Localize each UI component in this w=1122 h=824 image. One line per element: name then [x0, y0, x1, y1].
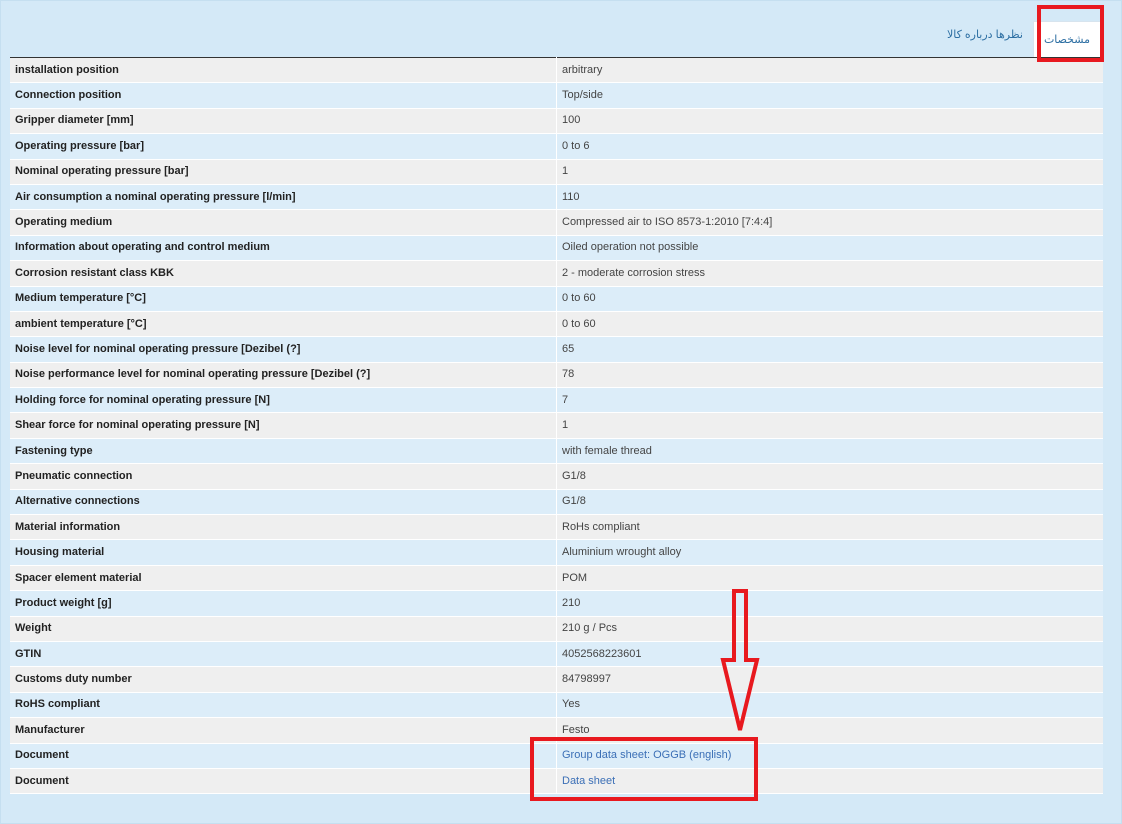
- spec-label: Shear force for nominal operating pressu…: [10, 412, 557, 439]
- table-row: RoHS compliant Yes: [10, 692, 1103, 719]
- table-row: Information about operating and control …: [10, 235, 1103, 262]
- table-row: ambient temperature [°C] 0 to 60: [10, 311, 1103, 338]
- table-row: Manufacturer Festo: [10, 717, 1103, 744]
- tab-specifications-label: مشخصات: [1043, 34, 1090, 46]
- tab-bar: مشخصات نظرها درباره کالا: [937, 21, 1101, 57]
- spec-label: Nominal operating pressure [bar]: [10, 159, 557, 185]
- spec-value: Yes: [556, 692, 1103, 719]
- spec-value: 110: [556, 184, 1103, 211]
- spec-value: 4052568223601: [556, 641, 1103, 668]
- spec-label: Document: [10, 768, 557, 795]
- table-row: Corrosion resistant class KBK 2 - moderat…: [10, 260, 1103, 287]
- spec-value: arbitrary: [556, 57, 1103, 84]
- spec-value: 2 - moderate corrosion stress: [556, 260, 1103, 287]
- tab-reviews-label: نظرها درباره کالا: [946, 28, 1023, 41]
- spec-value: 210: [556, 590, 1103, 617]
- spec-label: Alternative connections: [10, 489, 557, 516]
- table-row: Customs duty number 84798997: [10, 666, 1103, 693]
- spec-value: Festo: [556, 717, 1103, 744]
- spec-label: Weight: [10, 616, 557, 642]
- spec-value: G1/8: [556, 463, 1103, 490]
- spec-value: Aluminium wrought alloy: [556, 539, 1103, 566]
- specifications-table: installation position arbitrary Connection…: [10, 57, 1103, 795]
- table-row: Pneumatic connection G1/8: [10, 463, 1103, 490]
- table-row: installation position arbitrary: [10, 57, 1103, 84]
- table-row: Document Group data sheet: OGGB (english): [10, 743, 1103, 769]
- table-row: Document Data sheet: [10, 768, 1103, 795]
- spec-value: Top/side: [556, 82, 1103, 109]
- spec-label: installation position: [10, 57, 557, 84]
- table-row: Spacer element material POM: [10, 565, 1103, 592]
- spec-label: Corrosion resistant class KBK: [10, 260, 557, 287]
- spec-value: 1: [556, 159, 1103, 185]
- spec-value: Compressed air to ISO 8573-1:2010 [7:4:4…: [556, 209, 1103, 236]
- table-row: Fastening type with female thread: [10, 438, 1103, 465]
- spec-value: Data sheet: [556, 768, 1103, 795]
- table-row: Nominal operating pressure [bar] 1: [10, 159, 1103, 185]
- spec-value: 210 g / Pcs: [556, 616, 1103, 642]
- table-row: Material information RoHs compliant: [10, 514, 1103, 541]
- spec-value: 0 to 60: [556, 286, 1103, 312]
- spec-value: G1/8: [556, 489, 1103, 516]
- spec-label: Gripper diameter [mm]: [10, 108, 557, 135]
- table-row: Holding force for nominal operating pres…: [10, 387, 1103, 414]
- spec-label: Product weight [g]: [10, 590, 557, 617]
- spec-label: Air consumption a nominal operating pres…: [10, 184, 557, 211]
- tab-specifications[interactable]: مشخصات: [1032, 21, 1101, 57]
- spec-label: Connection position: [10, 82, 557, 109]
- table-row: Gripper diameter [mm] 100: [10, 108, 1103, 135]
- spec-label: Customs duty number: [10, 666, 557, 693]
- spec-label: Information about operating and control …: [10, 235, 557, 262]
- table-row: Air consumption a nominal operating pres…: [10, 184, 1103, 211]
- spec-value: Oiled operation not possible: [556, 235, 1103, 262]
- table-row: Noise performance level for nominal oper…: [10, 362, 1103, 389]
- spec-value: 0 to 6: [556, 133, 1103, 160]
- spec-value: 7: [556, 387, 1103, 414]
- spec-value: Group data sheet: OGGB (english): [556, 743, 1103, 769]
- spec-label: Operating pressure [bar]: [10, 133, 557, 160]
- spec-label: Manufacturer: [10, 717, 557, 744]
- spec-value: 1: [556, 412, 1103, 439]
- spec-value: 100: [556, 108, 1103, 135]
- table-row: Connection position Top/side: [10, 82, 1103, 109]
- spec-label: Material information: [10, 514, 557, 541]
- spec-label: ambient temperature [°C]: [10, 311, 557, 338]
- table-row: Product weight [g] 210: [10, 590, 1103, 617]
- spec-label: Housing material: [10, 539, 557, 566]
- spec-value: RoHs compliant: [556, 514, 1103, 541]
- spec-value: POM: [556, 565, 1103, 592]
- table-row: Operating medium Compressed air to ISO 85…: [10, 209, 1103, 236]
- spec-label: Medium temperature [°C]: [10, 286, 557, 312]
- table-row: Noise level for nominal operating pressu…: [10, 336, 1103, 363]
- table-row: Alternative connections G1/8: [10, 489, 1103, 516]
- spec-label: Document: [10, 743, 557, 769]
- spec-value: 0 to 60: [556, 311, 1103, 338]
- document-link[interactable]: Group data sheet: OGGB (english): [562, 749, 731, 761]
- spec-label: Spacer element material: [10, 565, 557, 592]
- spec-label: Holding force for nominal operating pres…: [10, 387, 557, 414]
- table-row: Weight 210 g / Pcs: [10, 616, 1103, 642]
- spec-label: Fastening type: [10, 438, 557, 465]
- tab-reviews[interactable]: نظرها درباره کالا: [937, 21, 1033, 47]
- spec-label: Operating medium: [10, 209, 557, 236]
- table-row: Operating pressure [bar] 0 to 6: [10, 133, 1103, 160]
- spec-label: Noise performance level for nominal oper…: [10, 362, 557, 389]
- spec-value: with female thread: [556, 438, 1103, 465]
- spec-label: GTIN: [10, 641, 557, 668]
- spec-label: RoHS compliant: [10, 692, 557, 719]
- table-row: Shear force for nominal operating pressu…: [10, 412, 1103, 439]
- spec-label: Pneumatic connection: [10, 463, 557, 490]
- table-row: Housing material Aluminium wrought alloy: [10, 539, 1103, 566]
- table-row: Medium temperature [°C] 0 to 60: [10, 286, 1103, 312]
- spec-label: Noise level for nominal operating pressu…: [10, 336, 557, 363]
- spec-value: 84798997: [556, 666, 1103, 693]
- spec-value: 78: [556, 362, 1103, 389]
- table-row: GTIN 4052568223601: [10, 641, 1103, 668]
- product-details-panel: مشخصات نظرها درباره کالا installation po…: [0, 0, 1122, 824]
- spec-value: 65: [556, 336, 1103, 363]
- document-link[interactable]: Data sheet: [562, 775, 615, 787]
